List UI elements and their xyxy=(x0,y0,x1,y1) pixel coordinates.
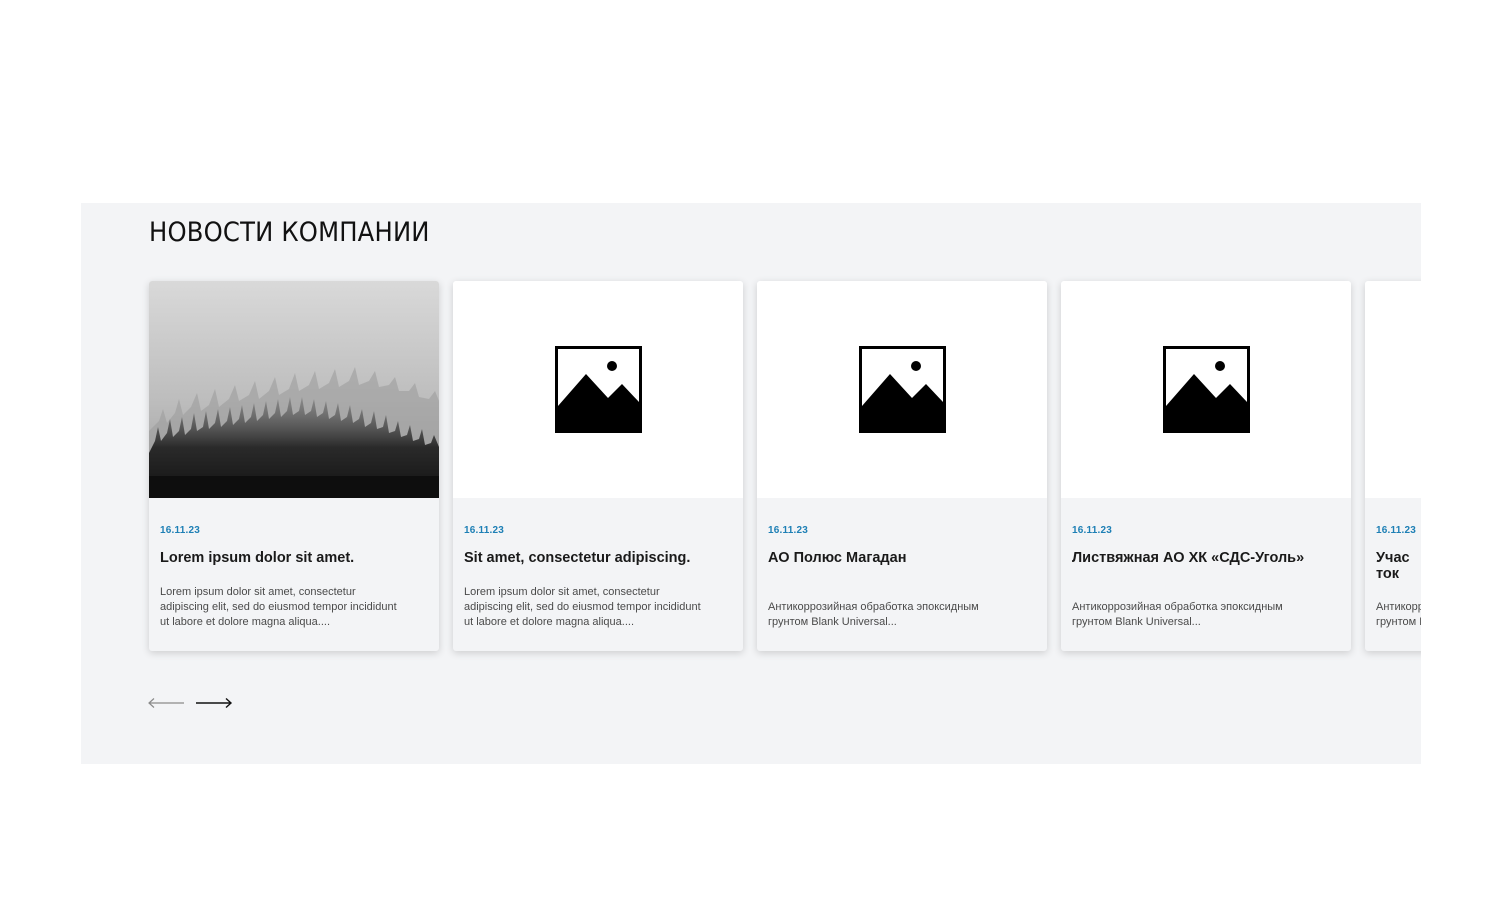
card-title[interactable]: АО Полюс Магадан xyxy=(768,550,1039,582)
card-excerpt: Lorem ipsum dolor sit amet, consectetur … xyxy=(464,586,701,628)
card-body: 16.11.23 Участок ОК На xyxy=(1376,525,1421,582)
card-excerpt: Lorem ipsum dolor sit amet, consectetur … xyxy=(160,586,397,628)
image-placeholder-icon xyxy=(555,346,642,433)
card-excerpt: Антикоррозийная обработка эпоксидным гру… xyxy=(1072,601,1283,628)
news-card[interactable]: 16.11.23 Lorem ipsum dolor sit amet. Lor… xyxy=(149,281,439,651)
prev-button[interactable] xyxy=(147,691,185,715)
arrow-left-icon xyxy=(148,698,184,708)
news-card[interactable]: 16.11.23 Участок ОК На Антикоррозийная о… xyxy=(1365,281,1421,651)
card-title[interactable]: Участок ОК На xyxy=(1376,550,1416,582)
image-placeholder-icon xyxy=(859,346,946,433)
card-image xyxy=(1365,281,1421,498)
card-date: 16.11.23 xyxy=(1072,525,1112,536)
carousel-navigation xyxy=(147,691,233,715)
card-title[interactable]: Листвяжная АО ХК «СДС-Уголь» xyxy=(1072,550,1343,582)
image-placeholder-icon xyxy=(1163,346,1250,433)
card-date: 16.11.23 xyxy=(160,525,200,536)
card-body: 16.11.23 Sit amet, consectetur adipiscin… xyxy=(464,525,735,582)
news-carousel: 16.11.23 Lorem ipsum dolor sit amet. Lor… xyxy=(149,281,1421,651)
news-card[interactable]: 16.11.23 АО Полюс Магадан Антикоррозийна… xyxy=(757,281,1047,651)
card-body: 16.11.23 АО Полюс Магадан xyxy=(768,525,1039,582)
news-card[interactable]: 16.11.23 Листвяжная АО ХК «СДС-Уголь» Ан… xyxy=(1061,281,1351,651)
section-title: НОВОСТИ КОМПАНИИ xyxy=(149,217,430,248)
card-image xyxy=(757,281,1047,498)
arrow-right-icon xyxy=(196,697,233,709)
card-image xyxy=(1061,281,1351,498)
card-image xyxy=(453,281,743,498)
forest-photo xyxy=(149,281,439,498)
news-section: НОВОСТИ КОМПАНИИ 16.11.23 Lorem ipsum do… xyxy=(81,203,1421,764)
card-excerpt: Антикоррозийная обработка эпоксидным гру… xyxy=(768,601,979,628)
card-date: 16.11.23 xyxy=(768,525,808,536)
card-body: 16.11.23 Листвяжная АО ХК «СДС-Уголь» xyxy=(1072,525,1343,582)
card-date: 16.11.23 xyxy=(464,525,504,536)
card-title[interactable]: Lorem ipsum dolor sit amet. xyxy=(160,550,431,582)
card-date: 16.11.23 xyxy=(1376,525,1416,536)
news-card[interactable]: 16.11.23 Sit amet, consectetur adipiscin… xyxy=(453,281,743,651)
card-title[interactable]: Sit amet, consectetur adipiscing. xyxy=(464,550,735,582)
card-excerpt: Антикоррозийная обработка эпоксидным гру… xyxy=(1376,601,1421,628)
card-image xyxy=(149,281,439,498)
card-body: 16.11.23 Lorem ipsum dolor sit amet. xyxy=(160,525,431,582)
next-button[interactable] xyxy=(195,691,233,715)
